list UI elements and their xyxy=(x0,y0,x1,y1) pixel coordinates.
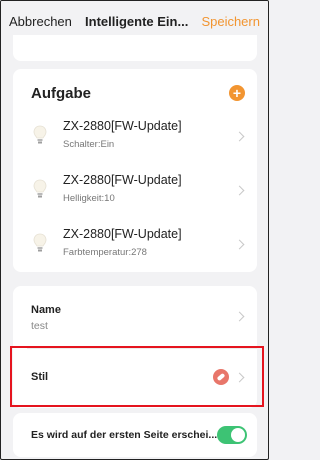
task-name: ZX-2880[FW-Update] xyxy=(63,119,182,133)
task-name: ZX-2880[FW-Update] xyxy=(63,227,182,241)
bulb-icon xyxy=(33,233,47,252)
task-detail: Schalter:Ein xyxy=(63,139,115,150)
first-page-label: Es wird auf der ersten Seite erschei... xyxy=(31,429,218,441)
cancel-button[interactable]: Abbrechen xyxy=(9,14,72,29)
save-button[interactable]: Speichern xyxy=(201,14,260,29)
first-page-row: Es wird auf der ersten Seite erschei... xyxy=(13,413,257,457)
top-card xyxy=(13,35,257,61)
task-name: ZX-2880[FW-Update] xyxy=(63,173,182,187)
task-detail: Helligkeit:10 xyxy=(63,193,115,204)
name-label: Name xyxy=(31,304,61,316)
task-row[interactable]: ZX-2880[FW-Update] Farbtemperatur:278 xyxy=(13,219,257,267)
settings-section: Name test Stil xyxy=(13,286,257,408)
tag-icon xyxy=(213,369,229,385)
chevron-right-icon xyxy=(234,311,245,322)
toggle-knob xyxy=(231,428,245,442)
plus-icon[interactable]: + xyxy=(229,85,245,101)
bulb-icon xyxy=(33,179,47,198)
first-page-toggle[interactable] xyxy=(217,426,247,444)
chevron-right-icon xyxy=(234,185,245,196)
style-row[interactable]: Stil xyxy=(13,349,257,407)
task-row[interactable]: ZX-2880[FW-Update] Helligkeit:10 xyxy=(13,165,257,213)
name-value: test xyxy=(31,320,48,332)
task-row[interactable]: ZX-2880[FW-Update] Schalter:Ein xyxy=(13,111,257,159)
bulb-icon xyxy=(33,125,47,144)
screen: Abbrechen Intelligente Ein... Speichern … xyxy=(0,0,269,460)
task-detail: Farbtemperatur:278 xyxy=(63,247,147,258)
task-section: Aufgabe + ZX-2880[FW-Update] Schalter:Ei… xyxy=(13,69,257,272)
page-title: Intelligente Ein... xyxy=(85,13,189,29)
chevron-right-icon xyxy=(234,239,245,250)
style-label: Stil xyxy=(31,371,49,383)
name-row[interactable]: Name test xyxy=(13,286,257,348)
chevron-right-icon xyxy=(234,372,245,383)
section-title: Aufgabe xyxy=(31,85,91,102)
chevron-right-icon xyxy=(234,131,245,142)
